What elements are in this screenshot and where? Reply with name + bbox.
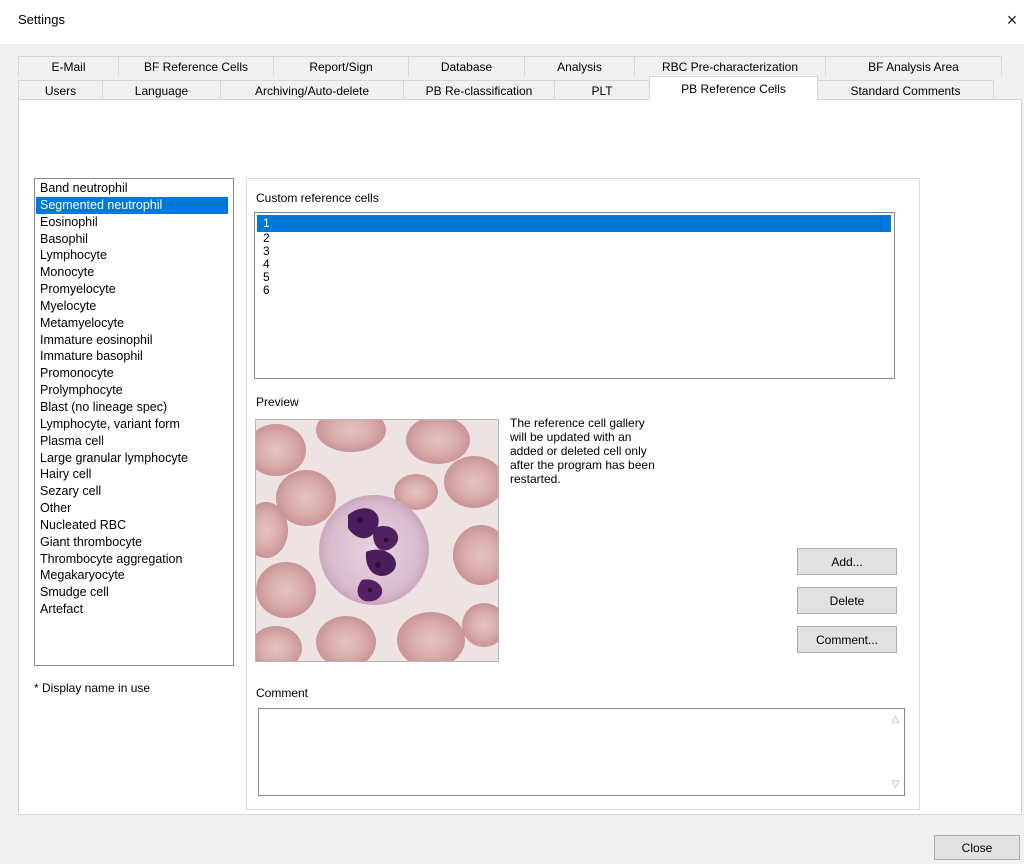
close-icon[interactable]: × (1000, 8, 1024, 32)
cell-type-item[interactable]: Immature basophil (36, 348, 233, 365)
preview-label: Preview (256, 395, 299, 409)
cell-type-item[interactable]: Promonocyte (36, 365, 233, 382)
comment-scrollbar[interactable]: △ ▽ (887, 709, 904, 795)
tab-standard-comments[interactable]: Standard Comments (817, 80, 994, 100)
chevron-up-icon[interactable]: △ (887, 711, 904, 728)
tab-database[interactable]: Database (408, 56, 525, 76)
cell-type-item[interactable]: Myelocyte (36, 298, 233, 315)
cell-type-item[interactable]: Eosinophil (36, 214, 233, 231)
cell-type-item[interactable]: Megakaryocyte (36, 567, 233, 584)
comment-button[interactable]: Comment... (797, 626, 897, 653)
cell-type-item[interactable]: Lymphocyte, variant form (36, 416, 233, 433)
tab-rbc-pre-characterization[interactable]: RBC Pre-characterization (634, 56, 826, 76)
close-button[interactable]: Close (934, 835, 1020, 860)
tab-plt[interactable]: PLT (554, 80, 650, 100)
cell-type-item[interactable]: Hairy cell (36, 466, 233, 483)
window-title: Settings (18, 12, 65, 27)
comment-textarea[interactable]: △ ▽ (258, 708, 905, 796)
cell-type-item[interactable]: Large granular lymphocyte (36, 450, 233, 467)
cell-type-item[interactable]: Blast (no lineage spec) (36, 399, 233, 416)
tab-pb-reference-cells[interactable]: PB Reference Cells (649, 76, 818, 100)
cell-type-item[interactable]: Band neutrophil (36, 180, 233, 197)
custom-cell-item[interactable]: 3 (257, 245, 894, 258)
chevron-down-icon[interactable]: ▽ (887, 776, 904, 793)
delete-button[interactable]: Delete (797, 587, 897, 614)
cell-preview-image (255, 419, 499, 662)
display-name-note: * Display name in use (34, 681, 151, 695)
cell-type-item[interactable]: Giant thrombocyte (36, 534, 233, 551)
cell-type-item[interactable]: Segmented neutrophil (36, 196, 228, 214)
cell-type-list[interactable]: Band neutrophil Segmented neutrophil Eosin… (34, 178, 234, 666)
tab-report-sign[interactable]: Report/Sign (273, 56, 409, 76)
custom-cell-item[interactable]: 1 (257, 215, 891, 232)
custom-cells-label: Custom reference cells (256, 191, 379, 205)
cell-type-item[interactable]: Basophil (36, 231, 233, 248)
cell-type-item[interactable]: Monocyte (36, 264, 233, 281)
comment-label: Comment (256, 686, 309, 700)
comment-text (259, 709, 904, 715)
custom-cell-item[interactable]: 4 (257, 258, 894, 271)
cell-type-item[interactable]: Other (36, 500, 233, 517)
tab-archiving-auto-delete[interactable]: Archiving/Auto-delete (220, 80, 404, 100)
cell-type-item[interactable]: Nucleated RBC (36, 517, 233, 534)
custom-cell-item[interactable]: 5 (257, 271, 894, 284)
tab-users[interactable]: Users (18, 80, 103, 100)
tab-bf-reference-cells[interactable]: BF Reference Cells (118, 56, 274, 76)
custom-reference-cells-list[interactable]: 123456 (254, 212, 895, 379)
tab-pb-re-classification[interactable]: PB Re-classification (403, 80, 555, 100)
add-button[interactable]: Add... (797, 548, 897, 575)
cell-type-item[interactable]: Promyelocyte (36, 281, 233, 298)
tab-row-1: E-Mail BF Reference Cells Report/Sign Datab… (18, 56, 1002, 76)
cell-type-item[interactable]: Prolymphocyte (36, 382, 233, 399)
cell-type-item[interactable]: Metamyelocyte (36, 315, 233, 332)
cell-type-item[interactable]: Plasma cell (36, 433, 233, 450)
tab-e-mail[interactable]: E-Mail (18, 56, 119, 76)
tab-bf-analysis-area[interactable]: BF Analysis Area (825, 56, 1002, 76)
tab-language[interactable]: Language (102, 80, 221, 100)
cell-type-item[interactable]: Artefact (36, 601, 233, 618)
tab-row-2: Users Language Archiving/Auto-delete PB Re-… (18, 76, 994, 100)
cell-type-item[interactable]: Thrombocyte aggregation (36, 551, 233, 568)
cell-type-item[interactable]: Smudge cell (36, 584, 233, 601)
gallery-update-info: The reference cell gallery will be updat… (510, 416, 655, 486)
tab-analysis[interactable]: Analysis (524, 56, 635, 76)
cell-type-item[interactable]: Sezary cell (36, 483, 233, 500)
custom-cell-item[interactable]: 2 (257, 232, 894, 245)
custom-cell-item[interactable]: 6 (257, 284, 894, 297)
cell-type-item[interactable]: Immature eosinophil (36, 332, 233, 349)
cell-type-item[interactable]: Lymphocyte (36, 247, 233, 264)
title-bar: Settings × (0, 0, 1024, 44)
